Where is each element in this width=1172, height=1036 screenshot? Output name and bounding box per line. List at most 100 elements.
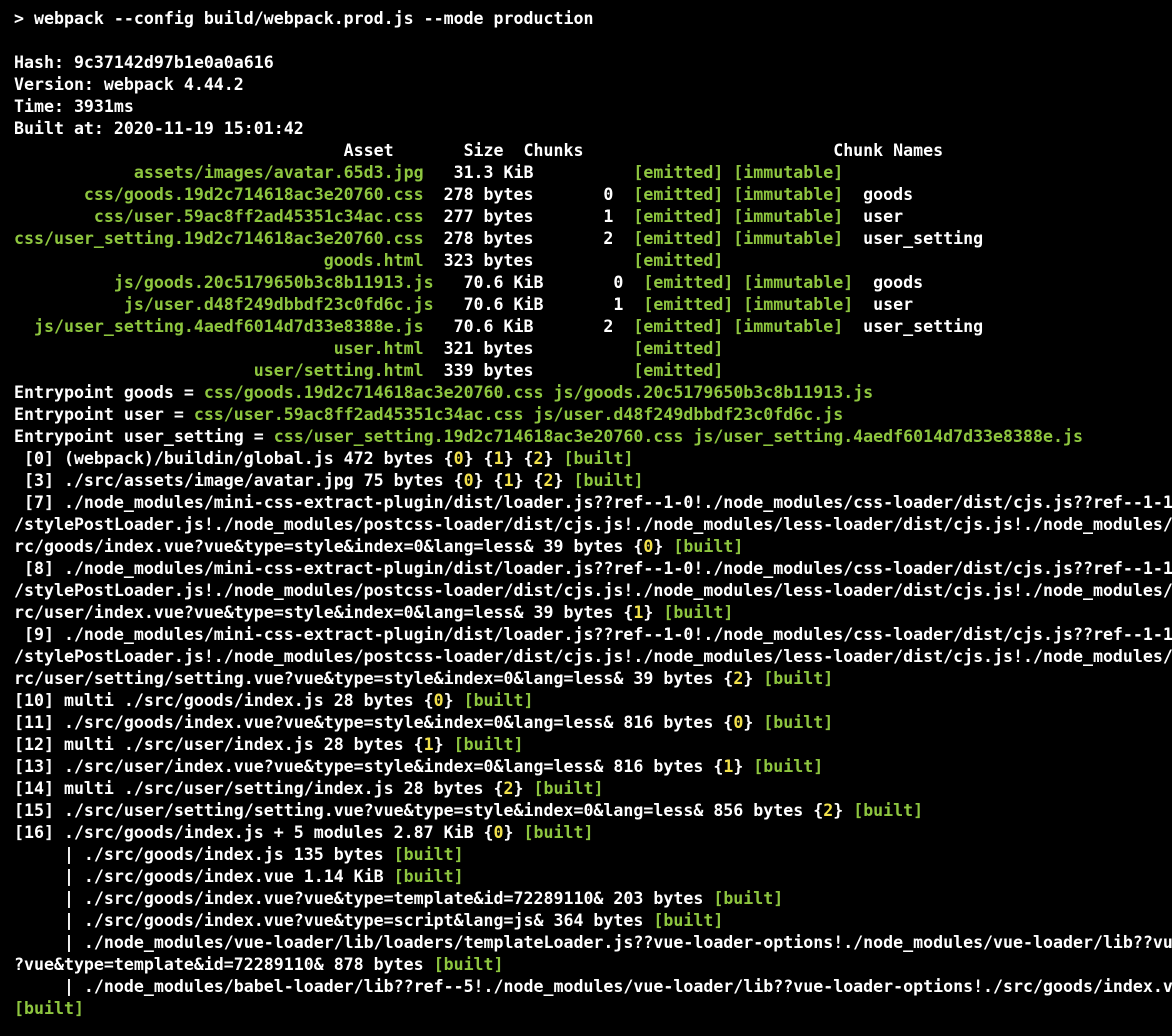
- terminal-text: 277 bytes 1: [423, 207, 634, 226]
- terminal-green-text: [emitted] [immutable]: [643, 273, 854, 292]
- terminal-text: }: [513, 779, 534, 798]
- terminal-green-text: css/user.59ac8ff2ad45351c34ac.css: [14, 207, 424, 226]
- terminal-green-text: [emitted]: [633, 361, 724, 380]
- terminal-green-text: assets/images/avatar.65d3.jpg: [14, 163, 424, 182]
- terminal-text: }: [503, 823, 524, 842]
- terminal-text: [7] ./node_modules/mini-css-extract-plug…: [14, 493, 1172, 512]
- terminal-text: | ./src/goods/index.vue 1.14 KiB: [14, 867, 394, 886]
- terminal-green-text: [emitted]: [633, 339, 724, 358]
- terminal-chunk-id: 2: [503, 779, 514, 798]
- terminal-text: 31.3 KiB: [423, 163, 634, 182]
- terminal-green-text: [built]: [853, 801, 924, 820]
- terminal-chunk-id: 2: [543, 471, 554, 490]
- terminal-green-text: user/setting.html: [14, 361, 424, 380]
- terminal-text: 323 bytes: [423, 251, 634, 270]
- terminal-text: | ./src/goods/index.js 135 bytes: [14, 845, 394, 864]
- terminal-chunk-id: 1: [423, 735, 434, 754]
- terminal-text: goods: [843, 185, 914, 204]
- terminal-text: [13] ./src/user/index.vue?vue&type=style…: [14, 757, 724, 776]
- terminal-text: } {: [513, 471, 544, 490]
- terminal-text: 70.6 KiB 0: [433, 273, 644, 292]
- terminal-text: }: [653, 537, 674, 556]
- terminal-line: | ./src/goods/index.js 135 bytes [built]: [14, 844, 1172, 866]
- terminal-line: [13] ./src/user/index.vue?vue&type=style…: [14, 756, 1172, 778]
- terminal-green-text: js/user.d48f249dbbdf23c0fd6c.js: [14, 295, 434, 314]
- terminal-text: }: [433, 735, 454, 754]
- terminal-green-text: [built]: [563, 449, 634, 468]
- terminal-line: [7] ./node_modules/mini-css-extract-plug…: [14, 492, 1172, 514]
- terminal-green-text: [built]: [663, 603, 734, 622]
- terminal-line: > webpack --config build/webpack.prod.js…: [14, 8, 1172, 30]
- terminal-green-text: [built]: [713, 889, 784, 908]
- terminal-line: js/user.d48f249dbbdf23c0fd6c.js 70.6 KiB…: [14, 294, 1172, 316]
- terminal-green-text: [emitted] [immutable]: [633, 317, 844, 336]
- terminal-text: | ./src/goods/index.vue?vue&type=templat…: [14, 889, 714, 908]
- terminal-text: | ./src/goods/index.vue?vue&type=script&…: [14, 911, 654, 930]
- terminal-line: [12] multi ./src/user/index.js 28 bytes …: [14, 734, 1172, 756]
- terminal-text: Version: webpack 4.44.2: [14, 75, 244, 94]
- terminal-line: [8] ./node_modules/mini-css-extract-plug…: [14, 558, 1172, 580]
- terminal-green-text: [built]: [463, 691, 534, 710]
- terminal-green-text: css/user_setting.19d2c714618ac3e20760.cs…: [14, 229, 424, 248]
- terminal-text: [3] ./src/assets/image/avatar.jpg 75 byt…: [14, 471, 464, 490]
- terminal-text: Asset Size Chunks Chunk Names: [14, 141, 944, 160]
- terminal-line: ?vue&type=template&id=72289110& 878 byte…: [14, 954, 1172, 976]
- terminal-chunk-id: 0: [493, 823, 504, 842]
- terminal-text: } {: [463, 449, 494, 468]
- terminal-text: }: [833, 801, 854, 820]
- terminal-text: Hash: 9c37142d97b1e0a0a616: [14, 53, 274, 72]
- terminal-line: | ./src/goods/index.vue?vue&type=templat…: [14, 888, 1172, 910]
- terminal-text: goods: [853, 273, 924, 292]
- terminal-text: [8] ./node_modules/mini-css-extract-plug…: [14, 559, 1172, 578]
- terminal-text: ?vue&type=template&id=72289110& 878 byte…: [14, 955, 434, 974]
- terminal-text: }: [443, 691, 464, 710]
- terminal-text: [14] multi ./src/user/setting/index.js 2…: [14, 779, 504, 798]
- terminal-chunk-id: 1: [493, 449, 504, 468]
- terminal-text: [12] multi ./src/user/index.js 28 bytes …: [14, 735, 424, 754]
- terminal-text: }: [643, 603, 664, 622]
- terminal-text: 70.6 KiB 1: [433, 295, 644, 314]
- terminal-text: }: [553, 471, 574, 490]
- terminal-chunk-id: 2: [533, 449, 544, 468]
- terminal-text: } {: [503, 449, 534, 468]
- terminal-green-text: [emitted] [immutable]: [633, 229, 844, 248]
- terminal-window[interactable]: > webpack --config build/webpack.prod.js…: [0, 0, 1172, 1036]
- terminal-text: [9] ./node_modules/mini-css-extract-plug…: [14, 625, 1172, 644]
- terminal-text: 70.6 KiB 2: [423, 317, 634, 336]
- terminal-text: }: [743, 713, 764, 732]
- terminal-line: [11] ./src/goods/index.vue?vue&type=styl…: [14, 712, 1172, 734]
- terminal-line: /stylePostLoader.js!./node_modules/postc…: [14, 580, 1172, 602]
- terminal-text: /stylePostLoader.js!./node_modules/postc…: [14, 515, 1172, 534]
- terminal-green-text: [emitted] [immutable]: [643, 295, 854, 314]
- terminal-text: [10] multi ./src/goods/index.js 28 bytes…: [14, 691, 434, 710]
- terminal-green-text: [built]: [573, 471, 644, 490]
- terminal-line: goods.html 323 bytes [emitted]: [14, 250, 1172, 272]
- terminal-chunk-id: 1: [633, 603, 644, 622]
- terminal-green-text: [built]: [533, 779, 604, 798]
- terminal-green-text: [emitted] [immutable]: [633, 163, 844, 182]
- terminal-line: /stylePostLoader.js!./node_modules/postc…: [14, 646, 1172, 668]
- terminal-line: user/setting.html 339 bytes [emitted]: [14, 360, 1172, 382]
- terminal-line: rc/user/setting/setting.vue?vue&type=sty…: [14, 668, 1172, 690]
- terminal-green-text: [built]: [393, 845, 464, 864]
- terminal-line: Version: webpack 4.44.2: [14, 74, 1172, 96]
- terminal-green-text: css/user.59ac8ff2ad45351c34ac.css js/use…: [193, 405, 844, 424]
- terminal-line: | ./node_modules/babel-loader/lib??ref--…: [14, 976, 1172, 998]
- terminal-green-text: css/user_setting.19d2c714618ac3e20760.cs…: [273, 427, 1083, 446]
- terminal-line: css/user.59ac8ff2ad45351c34ac.css 277 by…: [14, 206, 1172, 228]
- terminal-chunk-id: 2: [733, 669, 744, 688]
- terminal-green-text: [built]: [653, 911, 724, 930]
- terminal-line: Time: 3931ms: [14, 96, 1172, 118]
- terminal-line: Asset Size Chunks Chunk Names: [14, 140, 1172, 162]
- terminal-text: user: [843, 207, 904, 226]
- terminal-text: 321 bytes: [423, 339, 634, 358]
- terminal-line: Entrypoint user_setting = css/user_setti…: [14, 426, 1172, 448]
- terminal-green-text: [built]: [393, 867, 464, 886]
- terminal-text: [16] ./src/goods/index.js + 5 modules 2.…: [14, 823, 494, 842]
- terminal-green-text: [built]: [523, 823, 594, 842]
- terminal-green-text: [emitted]: [633, 251, 724, 270]
- terminal-text: rc/user/setting/setting.vue?vue&type=sty…: [14, 669, 734, 688]
- terminal-green-text: [built]: [763, 713, 834, 732]
- terminal-chunk-id: 0: [453, 449, 464, 468]
